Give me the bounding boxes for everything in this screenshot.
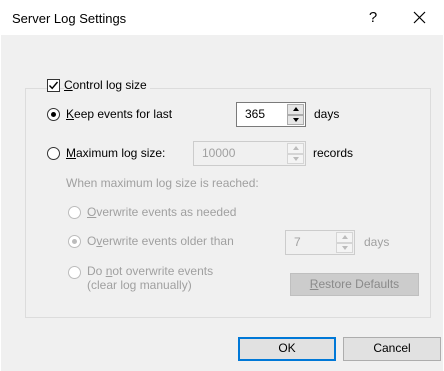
spin-up-button[interactable]	[287, 143, 304, 154]
spin-down-button[interactable]	[287, 114, 304, 125]
control-log-size-checkbox[interactable]	[47, 79, 60, 92]
spin-up-arrow-icon	[292, 146, 299, 151]
maximum-log-size-spinbox[interactable]: 10000	[193, 141, 306, 166]
keep-events-days-value: 365	[245, 107, 266, 121]
keep-events-label: Keep events for last	[66, 107, 173, 121]
spin-up-button[interactable]	[336, 232, 353, 243]
ok-button[interactable]: OK	[238, 337, 336, 361]
keep-events-unit: days	[314, 107, 340, 121]
do-not-overwrite-radio[interactable]	[68, 266, 81, 279]
close-icon	[413, 11, 426, 24]
spin-down-arrow-icon	[292, 117, 299, 122]
control-log-size-label: Control log size	[64, 78, 150, 92]
spin-up-button[interactable]	[287, 104, 304, 115]
cancel-button[interactable]: Cancel	[343, 337, 441, 361]
maximum-log-size-value: 10000	[202, 146, 236, 160]
title-bar: Server Log Settings ?	[0, 0, 444, 35]
when-reached-label: When maximum log size is reached:	[66, 176, 259, 190]
overwrite-older-days-unit: days	[364, 235, 390, 249]
spin-down-arrow-icon	[292, 156, 299, 161]
spin-down-arrow-icon	[341, 245, 348, 250]
keep-events-days-spinbox[interactable]: 365	[236, 102, 306, 127]
spin-up-arrow-icon	[292, 107, 299, 112]
overwrite-older-than-label: Overwrite events older than	[87, 234, 234, 248]
overwrite-as-needed-label: Overwrite events as needed	[87, 205, 237, 219]
maximum-log-size-radio[interactable]	[47, 147, 60, 160]
overwrite-older-than-radio[interactable]	[68, 235, 81, 248]
maximum-log-size-label: Maximum log size:	[66, 146, 166, 160]
spin-up-arrow-icon	[341, 235, 348, 240]
overwrite-as-needed-radio[interactable]	[68, 206, 81, 219]
spin-down-button[interactable]	[287, 153, 304, 164]
dialog-title: Server Log Settings	[12, 11, 127, 26]
help-button[interactable]: ?	[360, 7, 386, 29]
restore-defaults-button[interactable]: Restore Defaults	[290, 273, 419, 296]
close-button[interactable]	[405, 5, 435, 31]
do-not-overwrite-label: Do not overwrite events (clear log manual…	[87, 264, 214, 292]
spin-down-button[interactable]	[336, 242, 353, 253]
checkmark-icon	[48, 81, 59, 90]
overwrite-older-days-spinbox[interactable]: 7	[285, 230, 355, 255]
keep-events-radio[interactable]	[47, 108, 60, 121]
maximum-log-size-unit: records	[313, 146, 354, 160]
overwrite-older-days-value: 7	[294, 235, 301, 249]
